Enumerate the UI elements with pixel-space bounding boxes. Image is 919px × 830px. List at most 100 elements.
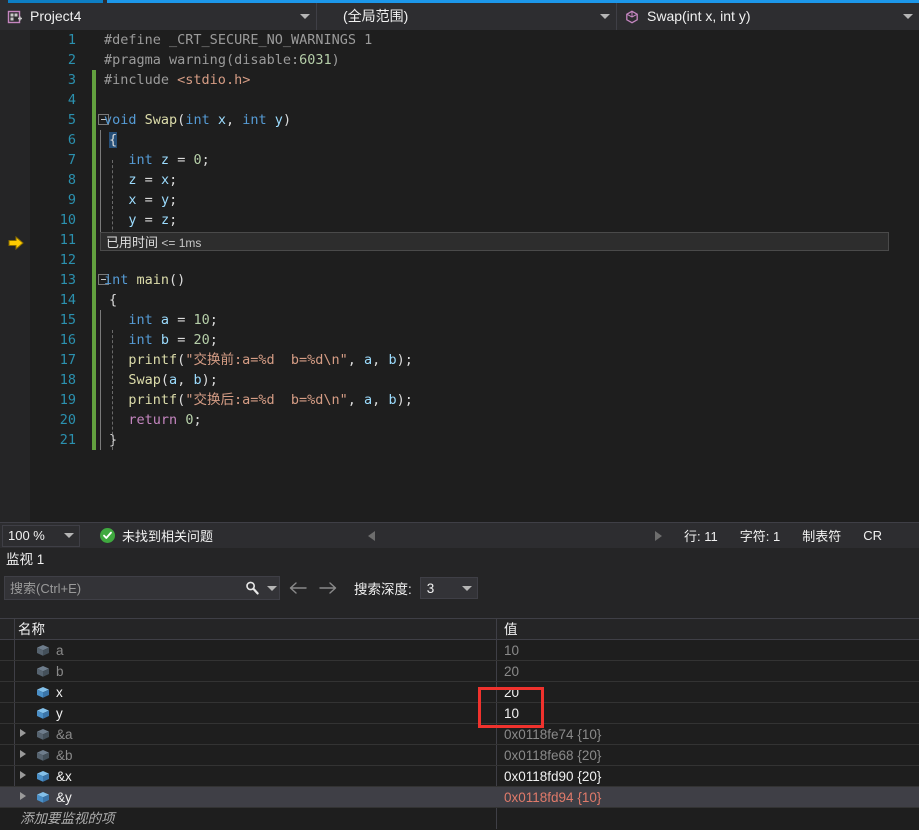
- watch-row-value[interactable]: 0x0118fd90 {20}: [504, 766, 601, 787]
- watch-row-value[interactable]: 20: [504, 682, 519, 703]
- check-circle-icon: [100, 528, 115, 543]
- code-line: 8 z = x;: [30, 170, 919, 190]
- line-number: 18: [59, 372, 76, 388]
- elapsed-time-tip: 已用时间 <= 1ms: [100, 232, 889, 251]
- column-divider: [14, 703, 15, 723]
- variable-cube-icon: [36, 686, 50, 699]
- prev-issue-icon[interactable]: [368, 530, 376, 541]
- chevron-down-icon: [903, 14, 913, 19]
- search-box[interactable]: [4, 576, 280, 600]
- expand-row-chevron-icon[interactable]: [20, 750, 26, 758]
- table-row[interactable]: y 10: [0, 703, 919, 724]
- code-line: 5 void Swap(int x, int y): [30, 110, 919, 130]
- add-watch-row[interactable]: 添加要监视的项: [0, 808, 919, 829]
- code-text-area[interactable]: 1 #define _CRT_SECURE_NO_WARNINGS 1 2 #p…: [30, 30, 919, 522]
- column-divider: [14, 661, 15, 681]
- code-line-text: printf("交换后:a=%d b=%d\n", a, b);: [128, 392, 413, 408]
- table-row[interactable]: b 20: [0, 661, 919, 682]
- watch-panel: 监视 1 搜索(Ctrl+E) 搜索深度: 3 名称 值 a 10 b 20 x…: [0, 548, 919, 830]
- code-line-text: printf("交换前:a=%d b=%d\n", a, b);: [128, 352, 413, 368]
- code-line-text: #pragma warning(disable:6031): [104, 52, 340, 68]
- variable-cube-icon: [36, 644, 50, 657]
- member-dropdown-label: Swap(int x, int y): [647, 8, 751, 24]
- watch-grid[interactable]: 名称 值 a 10 b 20 x 20 y 10 &a 0x0118fe74 {…: [0, 618, 919, 830]
- column-divider[interactable]: [496, 619, 497, 639]
- watch-row-value[interactable]: 10: [504, 703, 519, 724]
- code-line-text: }: [109, 432, 118, 448]
- code-line-text: #include <stdio.h>: [104, 72, 251, 88]
- line-number: 15: [59, 312, 76, 328]
- code-line: 10 y = z;: [30, 210, 919, 230]
- scope-dropdown-label: (全局范围): [343, 8, 409, 24]
- member-dropdown[interactable]: Swap(int x, int y): [617, 3, 919, 30]
- line-number: 11: [59, 232, 76, 248]
- column-header-name[interactable]: 名称: [18, 619, 45, 641]
- code-line: 12: [30, 250, 919, 270]
- search-previous-button[interactable]: [286, 576, 310, 600]
- code-line-text: int z = 0;: [128, 152, 210, 168]
- editor-indicator-margin[interactable]: [0, 30, 30, 522]
- table-row[interactable]: &b 0x0118fe68 {20}: [0, 745, 919, 766]
- status-line-ending: CR: [863, 528, 883, 543]
- expand-row-chevron-icon[interactable]: [20, 729, 26, 737]
- code-line: 20 return 0;: [30, 410, 919, 430]
- column-divider: [496, 703, 497, 723]
- code-line-text: {: [109, 132, 118, 148]
- code-line-text: int main(): [104, 272, 186, 288]
- watch-row-value[interactable]: 0x0118fe74 {10}: [504, 724, 601, 745]
- code-line: 9 x = y;: [30, 190, 919, 210]
- column-divider: [496, 766, 497, 786]
- line-number: 4: [67, 92, 76, 108]
- code-line: 3 #include <stdio.h>: [30, 70, 919, 90]
- line-number: 2: [67, 52, 76, 68]
- search-next-button[interactable]: [316, 576, 340, 600]
- project-dropdown-label: Project4: [30, 8, 82, 24]
- line-number: 5: [67, 112, 76, 128]
- expand-row-chevron-icon[interactable]: [20, 771, 26, 779]
- table-row[interactable]: &x 0x0118fd90 {20}: [0, 766, 919, 787]
- saved-change-bar: [92, 350, 96, 370]
- watch-row-value[interactable]: 10: [504, 640, 519, 661]
- line-number: 16: [59, 332, 76, 348]
- column-divider: [14, 724, 15, 744]
- zoom-level-value: 100 %: [8, 528, 45, 543]
- saved-change-bar: [92, 230, 96, 250]
- expand-row-chevron-icon[interactable]: [20, 792, 26, 800]
- watch-row-value[interactable]: 0x0118fd94 {10}: [504, 787, 601, 808]
- watch-row-name: &x: [56, 769, 72, 784]
- problems-status[interactable]: 未找到相关问题: [100, 526, 213, 545]
- column-divider: [496, 640, 497, 660]
- add-watch-placeholder: 添加要监视的项: [20, 811, 115, 826]
- watch-row-name: b: [56, 664, 64, 679]
- current-statement-arrow-icon: [8, 235, 24, 251]
- table-row[interactable]: x 20: [0, 682, 919, 703]
- watch-row-value[interactable]: 0x0118fe68 {20}: [504, 745, 601, 766]
- watch-panel-title: 监视 1: [0, 548, 919, 572]
- code-line: 13 int main(): [30, 270, 919, 290]
- zoom-level-dropdown[interactable]: 100 %: [2, 524, 80, 547]
- elapsed-time-label: 已用时间: [106, 235, 159, 250]
- watch-row-name: x: [56, 685, 63, 700]
- search-input[interactable]: [5, 579, 239, 597]
- column-divider: [496, 682, 497, 702]
- table-row[interactable]: &a 0x0118fe74 {10}: [0, 724, 919, 745]
- watch-row-value[interactable]: 20: [504, 661, 519, 682]
- search-depth-value: 3: [426, 580, 435, 596]
- table-row[interactable]: a 10: [0, 640, 919, 661]
- line-number: 6: [67, 132, 76, 148]
- next-issue-icon[interactable]: [655, 530, 663, 541]
- table-row-selected[interactable]: &y 0x0118fd94 {10}: [0, 787, 919, 808]
- variable-cube-icon: [36, 707, 50, 720]
- scope-dropdown[interactable]: (全局范围): [317, 3, 617, 30]
- search-depth-dropdown[interactable]: 3: [419, 577, 478, 599]
- saved-change-bar: [92, 170, 96, 190]
- column-header-value[interactable]: 值: [504, 619, 518, 641]
- code-editor[interactable]: 1 #define _CRT_SECURE_NO_WARNINGS 1 2 #p…: [0, 30, 919, 522]
- project-dropdown[interactable]: Project4: [0, 3, 317, 30]
- chevron-down-icon: [64, 533, 74, 538]
- line-number: 9: [67, 192, 76, 208]
- saved-change-bar: [92, 210, 96, 230]
- code-line: 21 }: [30, 430, 919, 450]
- search-options-chevron-icon[interactable]: [265, 577, 279, 599]
- search-icon[interactable]: [239, 577, 265, 599]
